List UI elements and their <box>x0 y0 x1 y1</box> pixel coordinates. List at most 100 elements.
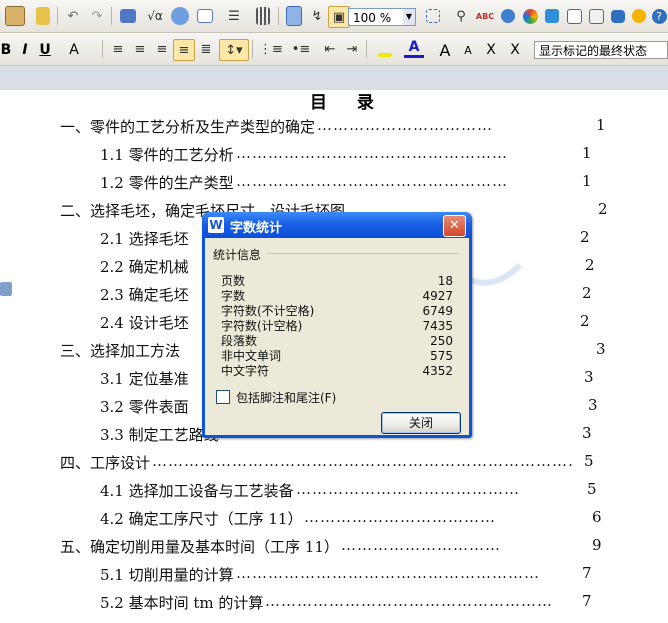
stat-value: 575 <box>430 349 453 363</box>
research-icon[interactable] <box>498 6 518 26</box>
toc-entry[interactable]: 4.2 确定工序尺寸（工序 11）……………………………… 6 <box>100 508 606 532</box>
stat-value: 18 <box>437 274 453 288</box>
zoom-dropdown[interactable]: 100 % ▼ <box>348 8 416 26</box>
line-spacing-icon[interactable]: ↕▾ <box>219 39 249 61</box>
stat-value: 6749 <box>422 304 453 318</box>
toc-entry[interactable]: 1.2 零件的生产类型…………………………………………… 1 <box>100 172 596 196</box>
columns-icon[interactable]: ☰ <box>222 6 246 26</box>
toc-page-number: 3 <box>584 368 594 386</box>
dialog-title: 字数统计 <box>230 221 283 236</box>
toc-entry[interactable]: 四、工序设计…………………………………………………………………………… 5 <box>60 452 598 476</box>
toc-page-number: 7 <box>582 592 592 610</box>
dialog-title-bar[interactable]: W 字数统计 ✕ <box>202 212 472 238</box>
night-icon[interactable] <box>630 6 648 26</box>
toc-entry[interactable]: 五、确定切削用量及基本时间（工序 11）………………………… 9 <box>60 536 606 560</box>
bullets-icon[interactable]: •≡ <box>288 39 314 59</box>
toc-entry-text: 4.1 选择加工设备与工艺装备 <box>100 482 294 500</box>
show-marks-icon[interactable]: ↯ <box>306 6 328 26</box>
decrease-indent-icon[interactable]: ⇤ <box>320 39 340 59</box>
formula-icon[interactable]: √α <box>143 6 167 26</box>
toc-page-number: 1 <box>582 172 592 190</box>
highlight-icon[interactable] <box>372 39 398 59</box>
toc-entry-text: 三、选择加工方法 <box>60 342 181 360</box>
toc-entry-text: 1.2 零件的生产类型 <box>100 174 234 192</box>
spellcheck-icon[interactable]: ABC <box>474 6 496 26</box>
chart-icon[interactable] <box>252 6 274 26</box>
font-color-button[interactable]: A <box>404 39 424 58</box>
toc-page-number: 3 <box>588 396 598 414</box>
grow-font-button[interactable]: A <box>436 39 454 61</box>
dialog-body: 统计信息 页数 18 字数 4927 字符数(不计空格) 6749 字符数(计空格) 7435… <box>205 238 469 435</box>
stat-row: 字符数(计空格) 7435 <box>221 319 453 334</box>
toc-entry[interactable]: 一、零件的工艺分析及生产类型的确定…………………………… 1 <box>60 116 610 140</box>
insert-table-icon[interactable] <box>116 6 140 26</box>
toc-page-number: 2 <box>598 200 608 218</box>
standard-toolbar: ↶ ↷ √α ☰ ↯ ▣ 100 % ▼ ⚲ ABC ? <box>0 0 668 33</box>
shrink-font-button[interactable]: A <box>460 39 476 61</box>
help-icon[interactable]: ? <box>650 6 668 26</box>
include-footnotes-checkbox[interactable] <box>216 390 230 404</box>
bold-button[interactable]: B <box>0 39 12 61</box>
stat-row: 非中文单词 575 <box>221 349 453 364</box>
format-painter-icon[interactable] <box>32 6 54 26</box>
translate-icon[interactable] <box>542 6 562 26</box>
stat-value: 250 <box>430 334 453 348</box>
toc-page-number: 1 <box>596 116 606 134</box>
toc-entry-text: 2.2 确定机械 <box>100 258 189 276</box>
group-divider <box>267 253 459 254</box>
stat-row: 字数 4927 <box>221 289 453 304</box>
toc-page-number: 5 <box>587 480 597 498</box>
stat-label: 字符数(不计空格) <box>221 304 315 318</box>
toc-leader-dots: …………………………………………………………………………… <box>152 452 574 470</box>
toc-page-number: 3 <box>596 340 606 358</box>
doc-map-icon[interactable] <box>283 6 305 26</box>
toc-page-number: 6 <box>592 508 602 526</box>
text-effect-button[interactable]: A <box>66 39 82 61</box>
align-center-icon[interactable]: ≡ <box>130 39 150 59</box>
stat-value: 4352 <box>422 364 453 378</box>
toc-entry-text: 五、确定切削用量及基本时间（工序 11） <box>60 538 339 556</box>
toc-leader-dots: ………………………… <box>341 536 501 554</box>
increase-indent-icon[interactable]: ⇥ <box>342 39 362 59</box>
numbering-icon[interactable]: ⋮≡ <box>258 39 284 59</box>
toc-entry-text: 4.2 确定工序尺寸（工序 11） <box>100 510 303 528</box>
distribute-icon[interactable]: ≣ <box>196 39 216 59</box>
redo-icon[interactable]: ↷ <box>86 6 108 26</box>
paste-options-icon[interactable] <box>0 282 12 296</box>
toc-entry-text: 3.2 零件表面 <box>100 398 189 416</box>
markup-status-select[interactable]: 显示标记的最终状态 <box>534 41 668 59</box>
toc-entry[interactable]: 1.1 零件的工艺分析…………………………………………… 1 <box>100 144 596 168</box>
chevron-down-icon[interactable]: ▼ <box>403 9 415 25</box>
justify-icon[interactable]: ≡ <box>173 39 195 61</box>
stat-row: 段落数 250 <box>221 334 453 349</box>
comment-icon[interactable] <box>608 6 628 26</box>
italic-button[interactable]: I <box>18 39 32 61</box>
stat-label: 段落数 <box>221 334 258 348</box>
close-button[interactable]: 关闭 <box>381 412 461 434</box>
undo-icon[interactable]: ↶ <box>62 6 84 26</box>
align-right-icon[interactable]: ≡ <box>152 39 172 59</box>
find-icon[interactable]: ⚲ <box>450 6 472 26</box>
superscript-button[interactable]: X <box>482 39 500 61</box>
close-icon[interactable]: ✕ <box>443 215 466 237</box>
shirt-icon[interactable] <box>586 6 606 26</box>
subscript-button[interactable]: X <box>506 39 524 61</box>
view-icon[interactable]: ▣ <box>328 6 350 28</box>
stat-label: 字符数(计空格) <box>221 319 303 333</box>
toc-entry[interactable]: 5.1 切削用量的计算………………………………………………… 7 <box>100 564 596 588</box>
share-icon[interactable] <box>564 6 584 26</box>
color-icon[interactable] <box>520 6 540 26</box>
align-left-icon[interactable]: ≡ <box>108 39 128 59</box>
toc-leader-dots: …………………………………… <box>296 480 520 498</box>
hyperlink-icon[interactable] <box>169 6 191 26</box>
toc-entry[interactable]: 4.1 选择加工设备与工艺装备…………………………………… 5 <box>100 480 601 504</box>
toc-page-number: 2 <box>580 228 590 246</box>
paste-icon[interactable] <box>2 6 28 26</box>
navigation-icon[interactable] <box>422 6 444 26</box>
stats-group-label: 统计信息 <box>213 248 262 262</box>
table-grid-icon[interactable] <box>193 6 217 26</box>
toc-entry[interactable]: 5.2 基本时间 tm 的计算……………………………………………… 7 <box>100 592 596 616</box>
formatting-toolbar: B I U A ≡ ≡ ≡ ≡ ≣ ↕▾ ⋮≡ •≡ ⇤ ⇥ A A A X X… <box>0 33 668 66</box>
underline-button[interactable]: U <box>38 39 52 61</box>
toc-entry-text: 2.1 选择毛坯 <box>100 230 189 248</box>
